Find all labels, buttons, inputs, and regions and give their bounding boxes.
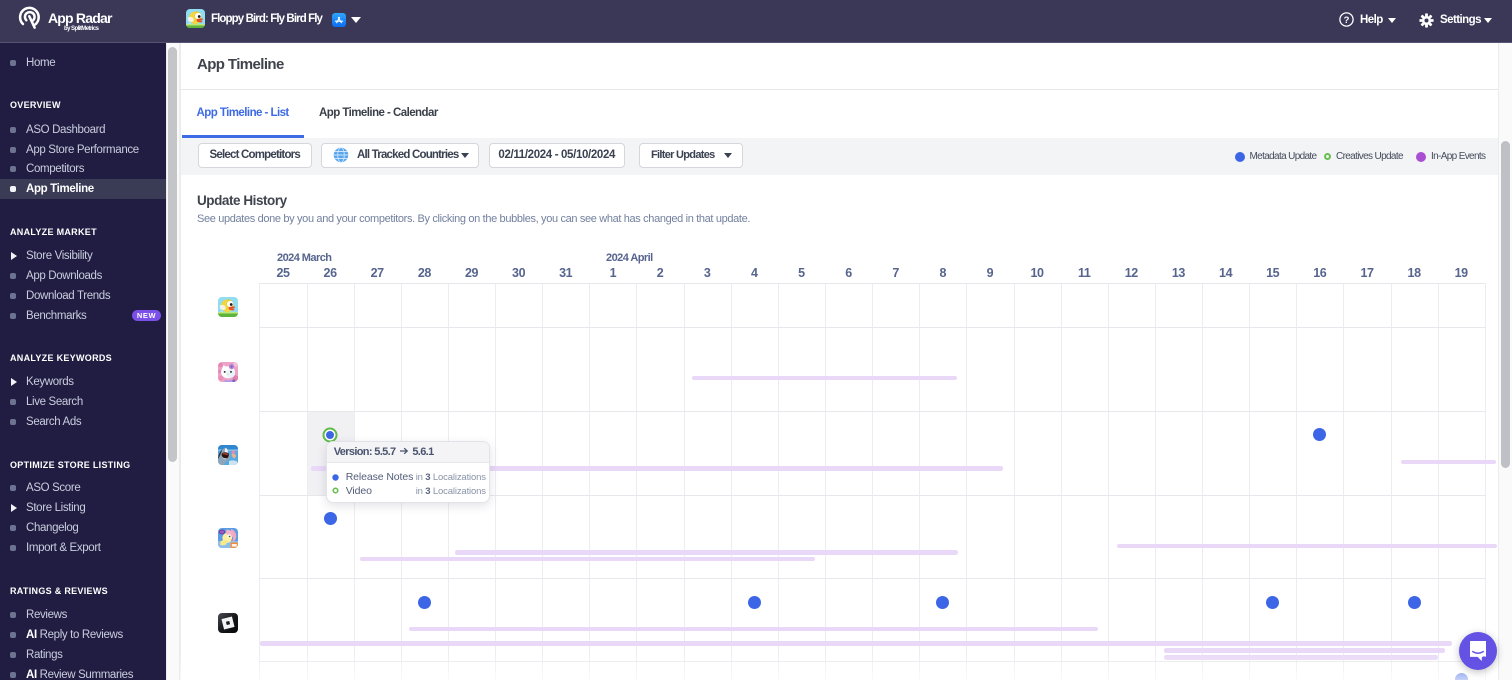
svg-text:?: ? <box>1344 15 1350 26</box>
